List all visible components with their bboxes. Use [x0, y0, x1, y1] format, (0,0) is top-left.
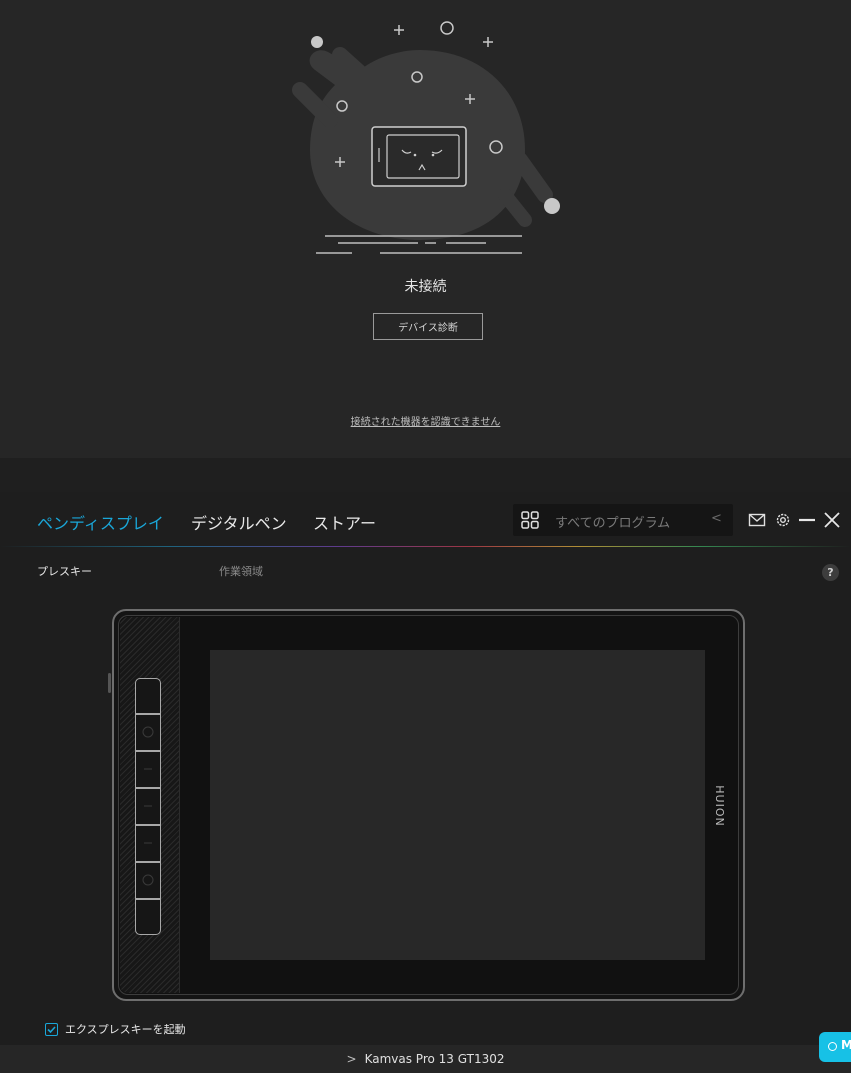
huion-logo: HUION — [713, 785, 726, 826]
press-key-1[interactable] — [135, 678, 161, 714]
tab-store[interactable]: ストアー — [313, 510, 376, 534]
ring-icon — [828, 1042, 837, 1051]
dash-mark-icon — [144, 842, 152, 844]
device-name-label: Kamvas Pro 13 GT1302 — [364, 1052, 505, 1066]
press-key-5[interactable] — [135, 825, 161, 862]
device-not-recognized-link[interactable]: 接続された機器を認識できません — [0, 413, 851, 428]
enable-express-keys-option[interactable]: エクスプレスキーを起動 — [45, 1021, 186, 1037]
grid-icon — [521, 511, 539, 529]
floating-button-label: M — [841, 1038, 851, 1052]
svg-text:HUION: HUION — [713, 785, 726, 826]
press-key-group — [135, 678, 161, 935]
tablet-screen — [210, 650, 705, 960]
gear-icon[interactable] — [774, 511, 792, 529]
nav-gradient-divider — [0, 546, 851, 547]
subtab-work-area[interactable]: 作業領域 — [219, 563, 263, 579]
tab-pen-display[interactable]: ペンディスプレイ — [37, 510, 164, 534]
mail-icon[interactable] — [748, 511, 766, 529]
minimize-icon[interactable] — [798, 511, 816, 529]
connection-status: 未接続 — [404, 279, 447, 295]
tablet-side-button — [108, 673, 111, 693]
press-key-3[interactable] — [135, 751, 161, 788]
express-keys-label: エクスプレスキーを起動 — [65, 1023, 186, 1036]
express-keys-checkbox[interactable] — [45, 1022, 58, 1036]
top-nav: ペンディスプレイ デジタルペン ストアー すべてのプログラム < — [0, 492, 851, 547]
press-key-6[interactable] — [135, 862, 161, 899]
subtab-press-keys[interactable]: プレスキー — [37, 563, 92, 579]
press-key-2[interactable] — [135, 714, 161, 751]
press-key-4[interactable] — [135, 788, 161, 825]
dash-mark-icon — [144, 805, 152, 807]
pen-display-tablet: HUION — [108, 609, 745, 1001]
disconnected-tablet-illustration — [292, 21, 560, 254]
press-key-7[interactable] — [135, 899, 161, 935]
chevron-left-icon[interactable]: < — [711, 511, 722, 526]
driver-app-window: ペンディスプレイ デジタルペン ストアー すべてのプログラム < プレスキー 作… — [0, 492, 851, 1073]
device-selector[interactable]: > Kamvas Pro 13 GT1302 — [0, 1052, 851, 1066]
disconnected-panel: 未接続 デバイス診断 接続された機器を認識できません — [0, 0, 851, 458]
floating-assistant-button[interactable]: M — [819, 1032, 851, 1062]
program-select[interactable]: すべてのプログラム < — [513, 504, 733, 536]
device-diagnostics-button[interactable]: デバイス診断 — [373, 313, 483, 340]
check-icon — [47, 1025, 56, 1033]
program-select-label: すべてのプログラム — [555, 516, 671, 531]
device-footer: > Kamvas Pro 13 GT1302 — [0, 1045, 851, 1073]
circle-mark-icon — [142, 726, 154, 738]
circle-mark-icon — [142, 874, 154, 886]
separator — [0, 458, 851, 492]
tab-digital-pen[interactable]: デジタルペン — [191, 510, 287, 534]
help-icon[interactable]: ? — [822, 564, 839, 581]
close-icon[interactable] — [823, 511, 841, 529]
chevron-right-icon: > — [346, 1052, 357, 1066]
dash-mark-icon — [144, 768, 152, 770]
